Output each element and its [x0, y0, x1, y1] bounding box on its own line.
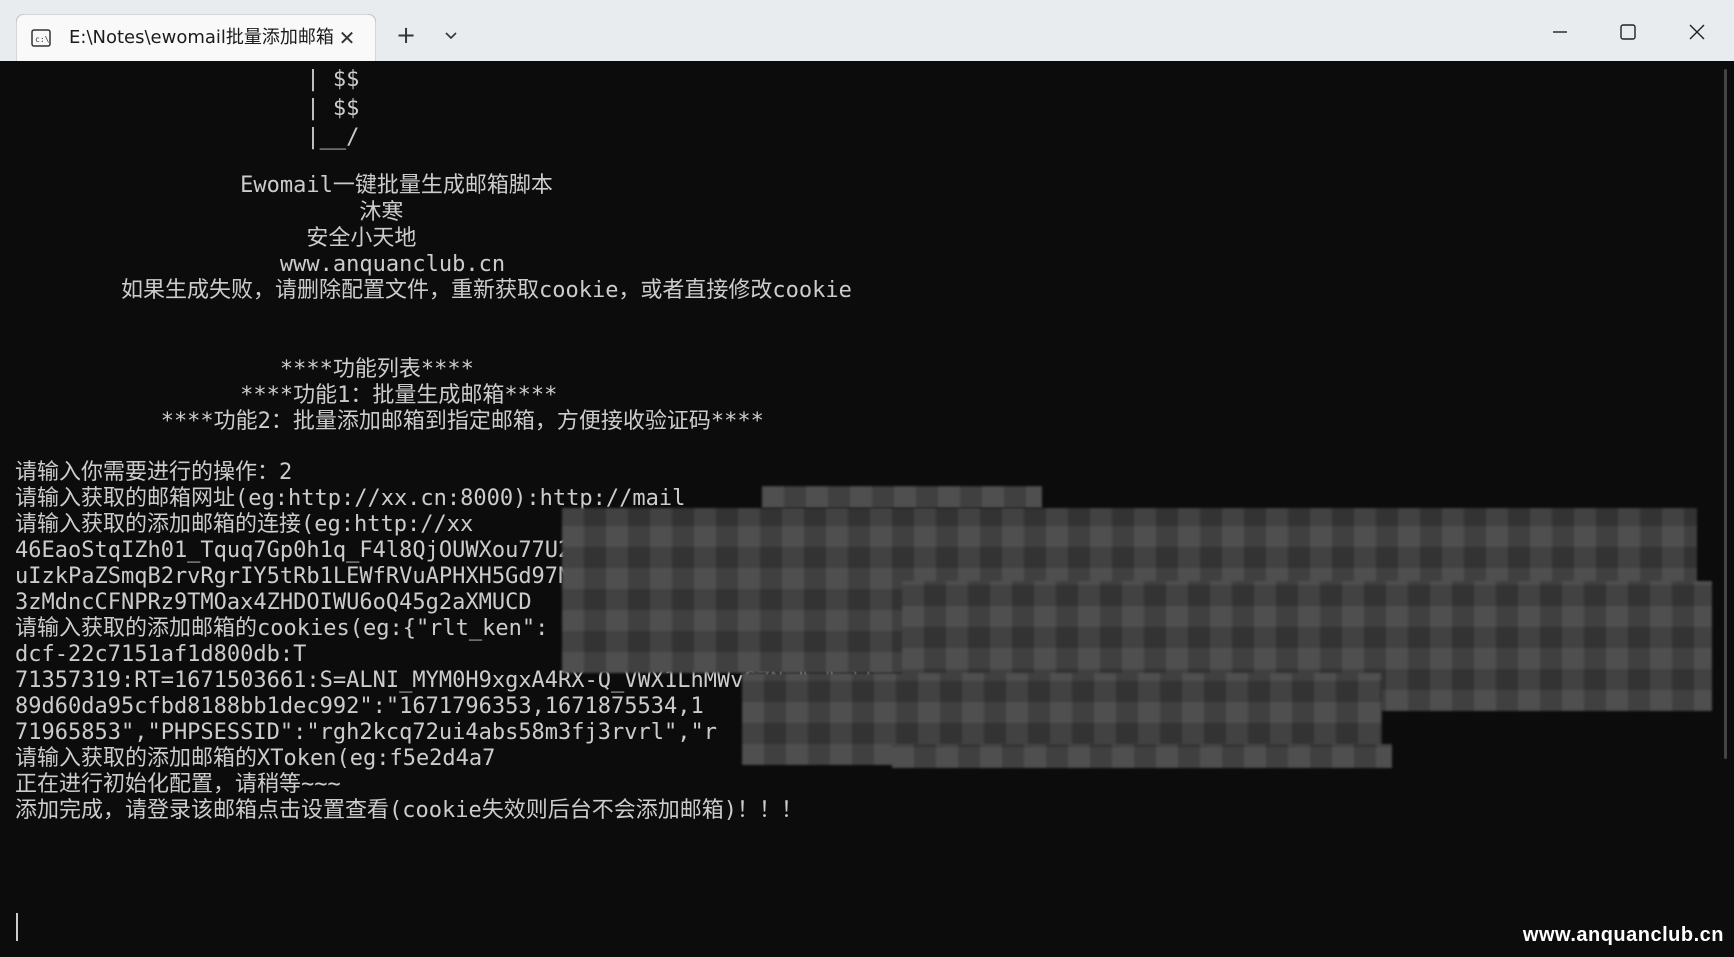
terminal-output[interactable]: | $$ | $$ |__/ Ewomail一键批量生成邮箱脚本 沐寒 安全小天… — [2, 61, 1716, 957]
prompt-xtoken: 请输入获取的添加邮箱的XToken(eg:f5e2d4a7 — [15, 746, 496, 771]
title-bar[interactable]: c:\ E:\Notes\ewomail批量添加邮箱 ✕ + — [0, 0, 1734, 61]
scrollbar[interactable] — [1716, 61, 1734, 957]
output-line: dcf-22c7151af1d800db:T — [15, 642, 307, 667]
ascii-art-line: |__/ — [15, 125, 360, 150]
author-line: 沐寒 — [15, 200, 404, 225]
terminal-tab[interactable]: c:\ E:\Notes\ewomail批量添加邮箱 ✕ — [16, 14, 376, 61]
output-line: 3zMdncCFNPRz9TMOax4ZHDOIWU6oQ45g2aXMUCD — [15, 590, 532, 615]
terminal-icon: c:\ — [31, 29, 51, 47]
site-name-line: 安全小天地 — [15, 226, 417, 251]
site-url-line: www.anquanclub.cn — [15, 252, 506, 277]
new-tab-button[interactable]: + — [388, 22, 424, 50]
close-icon[interactable] — [1674, 14, 1720, 50]
watermark: www.anquanclub.cn — [1522, 924, 1724, 946]
ascii-art-line: | $$ — [15, 67, 360, 92]
prompt-add-link: 请输入获取的添加邮箱的连接(eg:http://xx — [15, 512, 474, 537]
text-cursor — [16, 913, 18, 941]
redaction-block — [892, 744, 1392, 768]
svg-text:c:\: c:\ — [35, 35, 50, 44]
tab-title: E:\Notes\ewomail批量添加邮箱 — [69, 27, 334, 48]
maximize-icon[interactable] — [1604, 14, 1650, 50]
output-line: 46EaoStqIZh01_Tquq7Gp0h1q_F4l8QjOUWXou77… — [15, 538, 625, 563]
ascii-art-line: | $$ — [15, 96, 360, 121]
tab-close-button[interactable]: ✕ — [335, 27, 359, 51]
minimize-icon[interactable] — [1536, 14, 1582, 50]
hint-line: 如果生成失败，请删除配置文件，重新获取cookie，或者直接修改cookie — [15, 278, 852, 303]
scrollbar-thumb[interactable] — [1724, 69, 1727, 759]
status-initializing: 正在进行初始化配置，请稍等~~~ — [15, 772, 341, 797]
status-complete: 添加完成，请登录该邮箱点击设置查看(cookie失效则后台不会添加邮箱)！！！ — [15, 798, 803, 823]
chevron-down-icon[interactable] — [436, 22, 466, 50]
prompt-operation: 请输入你需要进行的操作：2 — [15, 460, 293, 485]
terminal-window: c:\ E:\Notes\ewomail批量添加邮箱 ✕ + | $$ | $$… — [0, 0, 1734, 957]
output-line: 89d60da95cfbd8188bb1dec992":"1671796353,… — [15, 694, 704, 719]
menu-option-2: ****功能2：批量添加邮箱到指定邮箱，方便接收验证码**** — [15, 409, 764, 434]
script-title: Ewomail一键批量生成邮箱脚本 — [15, 173, 553, 198]
menu-header: ****功能列表**** — [15, 357, 474, 382]
output-line: 71965853","PHPSESSID":"rgh2kcq72ui4abs58… — [15, 720, 717, 745]
menu-option-1: ****功能1：批量生成邮箱**** — [15, 383, 558, 408]
redaction-block — [762, 486, 1042, 508]
